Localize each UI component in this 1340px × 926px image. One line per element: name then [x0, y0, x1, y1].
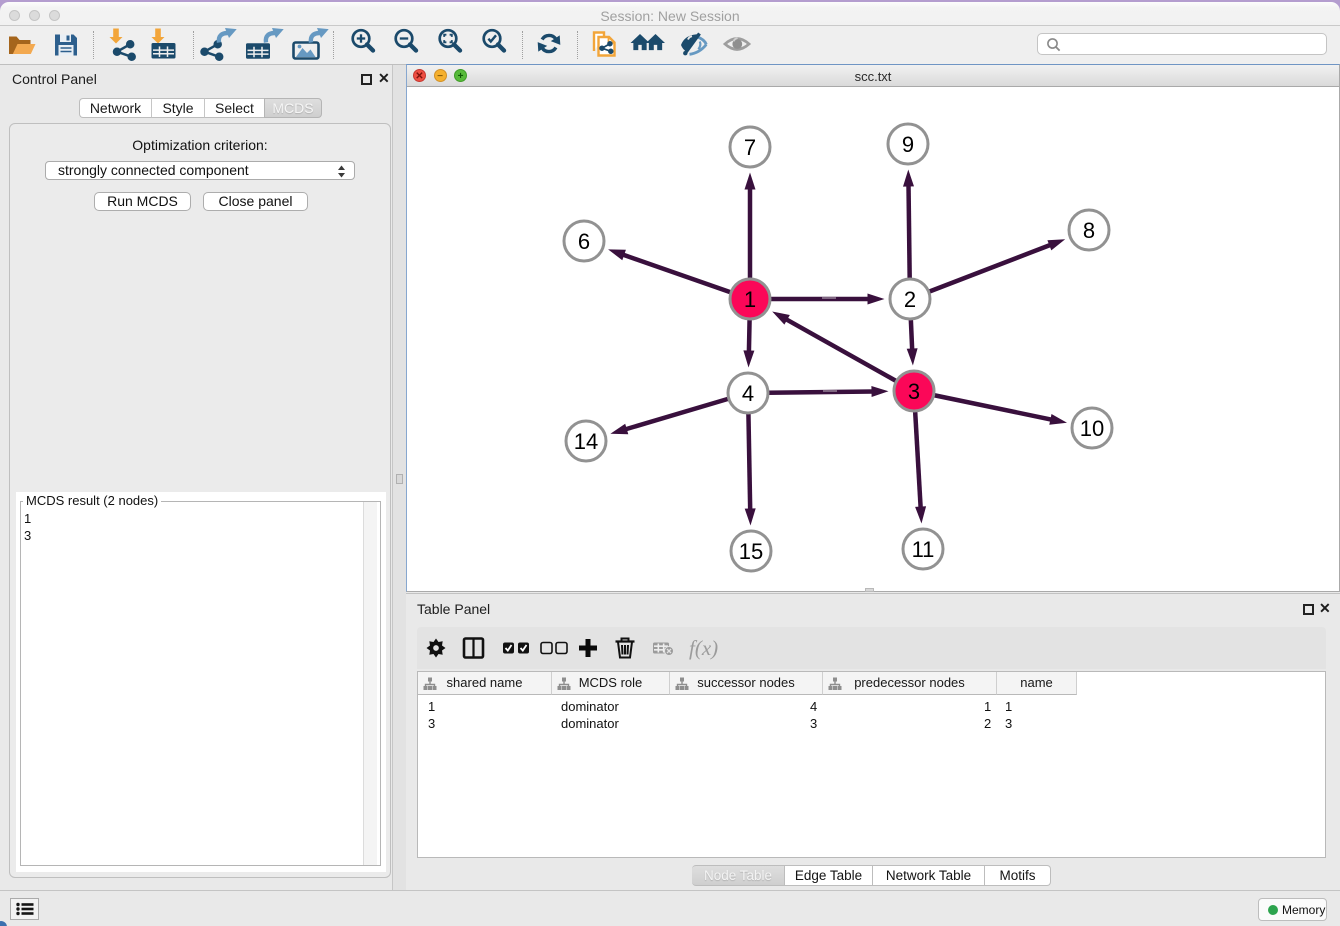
svg-text:11: 11 [912, 537, 935, 562]
svg-text:f(x): f(x) [689, 636, 718, 660]
svg-text:10: 10 [1080, 416, 1104, 441]
svg-text:7: 7 [744, 135, 756, 160]
svg-text:3: 3 [908, 379, 920, 404]
svg-text:15: 15 [739, 539, 763, 564]
svg-text:8: 8 [1083, 218, 1095, 243]
svg-text:1: 1 [744, 287, 756, 312]
svg-text:6: 6 [578, 229, 590, 254]
svg-text:14: 14 [574, 429, 598, 454]
svg-text:4: 4 [742, 381, 754, 406]
svg-text:2: 2 [904, 287, 916, 312]
svg-text:9: 9 [902, 132, 914, 157]
